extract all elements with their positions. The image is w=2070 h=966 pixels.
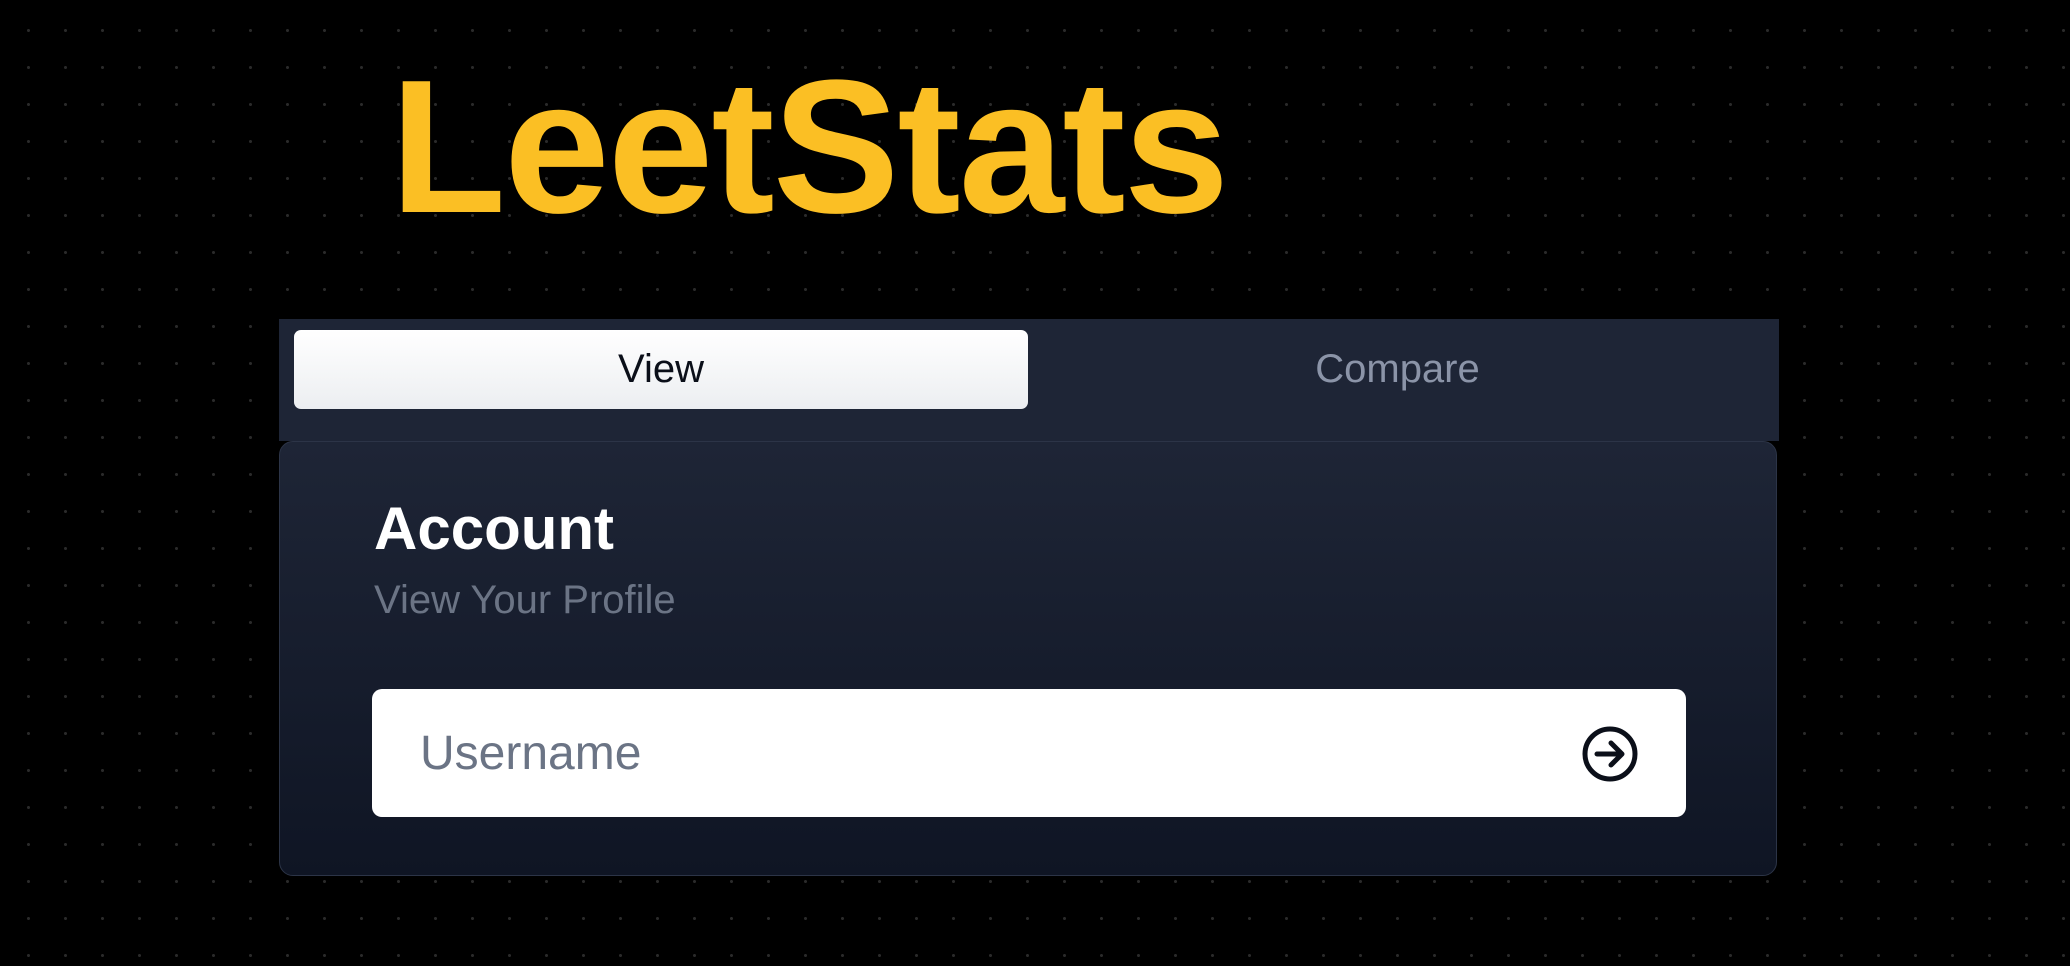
tab-view[interactable]: View	[294, 330, 1028, 409]
tab-compare[interactable]: Compare	[1031, 330, 1764, 409]
tab-bar: View Compare	[279, 319, 1779, 441]
username-input[interactable]	[372, 689, 1552, 817]
arrow-right-circle-icon	[1582, 726, 1638, 782]
card-title: Account	[374, 495, 614, 562]
submit-button[interactable]	[1568, 724, 1652, 784]
account-card: Account View Your Profile	[279, 441, 1777, 876]
app-title: LeetStats	[390, 41, 1229, 253]
card-subtitle: View Your Profile	[374, 578, 676, 622]
username-field-wrapper	[372, 689, 1686, 817]
